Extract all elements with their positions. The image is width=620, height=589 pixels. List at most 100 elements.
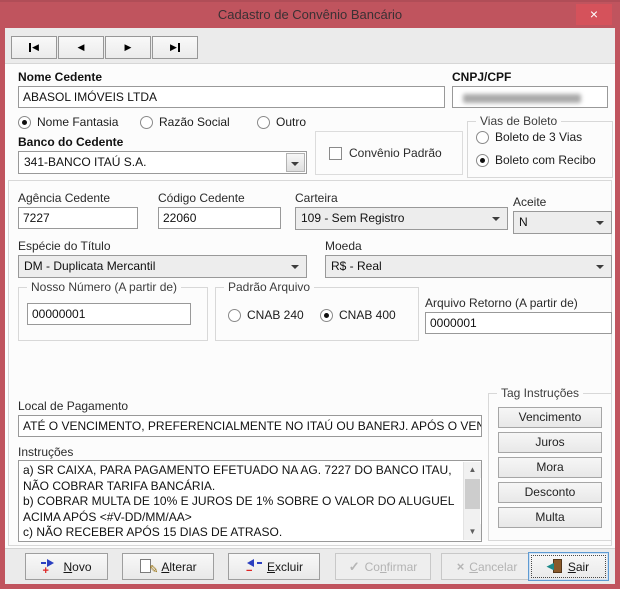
boleto-com-recibo-radio[interactable]: Boleto com Recibo: [476, 153, 596, 167]
titlebar: Cadastro de Convênio Bancário ×: [0, 0, 620, 26]
aceite-value: N: [519, 215, 528, 229]
cnab-400-label: CNAB 400: [339, 308, 396, 322]
convenio-padrao-label: Convênio Padrão: [349, 146, 442, 160]
confirmar-button: ✓ Confirmar: [335, 553, 431, 580]
close-icon: ×: [590, 6, 598, 22]
last-record-icon: ▶: [170, 42, 177, 53]
excluir-button[interactable]: − Excluir: [228, 553, 320, 580]
especie-titulo-select[interactable]: DM - Duplicata Mercantil: [18, 255, 307, 278]
especie-titulo-value: DM - Duplicata Mercantil: [24, 259, 155, 273]
agencia-cedente-input[interactable]: 7227: [18, 207, 138, 229]
edit-icon: ✎: [139, 559, 156, 574]
nav-next-button[interactable]: ▶: [105, 36, 151, 59]
tag-multa-button[interactable]: Multa: [498, 507, 602, 528]
arquivo-retorno-input[interactable]: 0000001: [425, 312, 612, 334]
scrollbar-thumb[interactable]: [465, 479, 480, 509]
arquivo-retorno-label: Arquivo Retorno (A partir de): [425, 296, 578, 310]
tag-desconto-button[interactable]: Desconto: [498, 482, 602, 503]
delete-record-icon: −: [245, 559, 262, 574]
new-record-icon: +: [41, 559, 58, 574]
alterar-button[interactable]: ✎ Alterar: [122, 553, 214, 580]
dialog-title: Cadastro de Convênio Bancário: [0, 2, 620, 28]
tag-instrucoes-group: Tag Instruções Vencimento Juros Mora Des…: [488, 393, 612, 541]
convenio-padrao-box: Convênio Padrão: [315, 131, 463, 175]
first-bar-icon: [29, 43, 31, 52]
next-record-icon: ▶: [125, 42, 132, 53]
nome-cedente-input[interactable]: ABASOL IMÓVEIS LTDA: [18, 86, 445, 108]
moeda-select[interactable]: R$ - Real: [325, 255, 612, 278]
sair-label: Sair: [568, 560, 589, 574]
prev-record-icon: ◀: [78, 42, 85, 53]
alterar-label: Alterar: [161, 560, 196, 574]
boleto-3-vias-radio[interactable]: Boleto de 3 Vias: [476, 130, 582, 144]
close-button[interactable]: ×: [576, 4, 612, 25]
radio-icon: [228, 309, 241, 322]
confirm-check-icon: ✓: [349, 559, 360, 575]
nav-last-button[interactable]: ▶: [152, 36, 198, 59]
tag-juros-button[interactable]: Juros: [498, 432, 602, 453]
aceite-label: Aceite: [513, 195, 546, 209]
nome-fantasia-label: Nome Fantasia: [37, 115, 118, 129]
nosso-numero-group: Nosso Número (A partir de) 00000001: [18, 287, 208, 341]
banco-cedente-select[interactable]: 341-BANCO ITAÚ S.A.: [18, 151, 307, 174]
cancel-x-icon: ×: [457, 559, 465, 574]
convenio-bancario-dialog: Cadastro de Convênio Bancário × ◀ ◀ ▶ ▶ …: [0, 0, 620, 589]
scroll-up-icon: ▲: [469, 465, 477, 474]
aceite-select[interactable]: N: [513, 211, 612, 234]
novo-label: Novo: [63, 560, 91, 574]
cnpj-cpf-input[interactable]: [452, 86, 608, 108]
razao-social-label: Razão Social: [159, 115, 230, 129]
radio-selected-icon: [476, 154, 489, 167]
nav-prev-button[interactable]: ◀: [58, 36, 104, 59]
tag-vencimento-button[interactable]: Vencimento: [498, 407, 602, 428]
novo-button[interactable]: + Novo: [25, 553, 108, 580]
scroll-up-button[interactable]: ▲: [464, 462, 481, 478]
cnab-400-radio[interactable]: CNAB 400: [320, 308, 396, 322]
convenio-padrao-checkbox[interactable]: [329, 147, 342, 160]
codigo-cedente-input[interactable]: 22060: [158, 207, 281, 229]
action-button-bar: + Novo ✎ Alterar − Excluir ✓ Confirmar ×…: [5, 548, 615, 584]
especie-titulo-label: Espécie do Título: [18, 239, 111, 253]
nav-first-button[interactable]: ◀: [11, 36, 57, 59]
carteira-value: 109 - Sem Registro: [301, 211, 404, 225]
instrucoes-textarea[interactable]: a) SR CAIXA, PARA PAGAMENTO EFETUADO NA …: [18, 460, 482, 542]
local-pagamento-input[interactable]: ATÉ O VENCIMENTO, PREFERENCIALMENTE NO I…: [18, 415, 482, 437]
form-body: Nome Cedente ABASOL IMÓVEIS LTDA CNPJ/CP…: [5, 64, 615, 548]
nosso-numero-label: Nosso Número (A partir de): [27, 280, 181, 294]
banco-cedente-label: Banco do Cedente: [18, 135, 123, 149]
carteira-select[interactable]: 109 - Sem Registro: [295, 207, 508, 230]
padrao-arquivo-group: Padrão Arquivo CNAB 240 CNAB 400: [215, 287, 419, 341]
tag-mora-button[interactable]: Mora: [498, 457, 602, 478]
agencia-cedente-label: Agência Cedente: [18, 191, 110, 205]
excluir-label: Excluir: [267, 560, 303, 574]
dropdown-button[interactable]: [286, 153, 305, 172]
exit-door-icon: ◀: [548, 559, 563, 574]
boleto-com-recibo-label: Boleto com Recibo: [495, 153, 596, 167]
banco-cedente-value: 341-BANCO ITAÚ S.A.: [24, 155, 146, 169]
nome-cedente-label: Nome Cedente: [18, 70, 102, 84]
radio-icon: [476, 131, 489, 144]
cancelar-button: × Cancelar: [441, 553, 533, 580]
moeda-value: R$ - Real: [331, 259, 382, 273]
radio-icon: [140, 116, 153, 129]
radio-selected-icon: [320, 309, 333, 322]
instrucoes-label: Instruções: [18, 445, 73, 459]
carteira-label: Carteira: [295, 191, 338, 205]
cnpj-cpf-label: CNPJ/CPF: [452, 70, 511, 84]
nosso-numero-input[interactable]: 00000001: [27, 303, 191, 325]
nome-fantasia-radio[interactable]: Nome Fantasia: [18, 115, 118, 129]
codigo-cedente-label: Código Cedente: [158, 191, 245, 205]
vertical-scrollbar[interactable]: ▲ ▼: [463, 462, 480, 540]
vias-de-boleto-group: Vias de Boleto Boleto de 3 Vias Boleto c…: [467, 121, 613, 178]
moeda-label: Moeda: [325, 239, 362, 253]
sair-button[interactable]: ◀ Sair: [528, 552, 609, 581]
radio-selected-icon: [18, 116, 31, 129]
outro-radio[interactable]: Outro: [257, 115, 306, 129]
scroll-down-button[interactable]: ▼: [464, 524, 481, 540]
razao-social-radio[interactable]: Razão Social: [140, 115, 230, 129]
outro-label: Outro: [276, 115, 306, 129]
confirmar-label: Confirmar: [365, 560, 418, 574]
radio-icon: [257, 116, 270, 129]
padrao-arquivo-label: Padrão Arquivo: [224, 280, 314, 294]
cnab-240-radio[interactable]: CNAB 240: [228, 308, 304, 322]
